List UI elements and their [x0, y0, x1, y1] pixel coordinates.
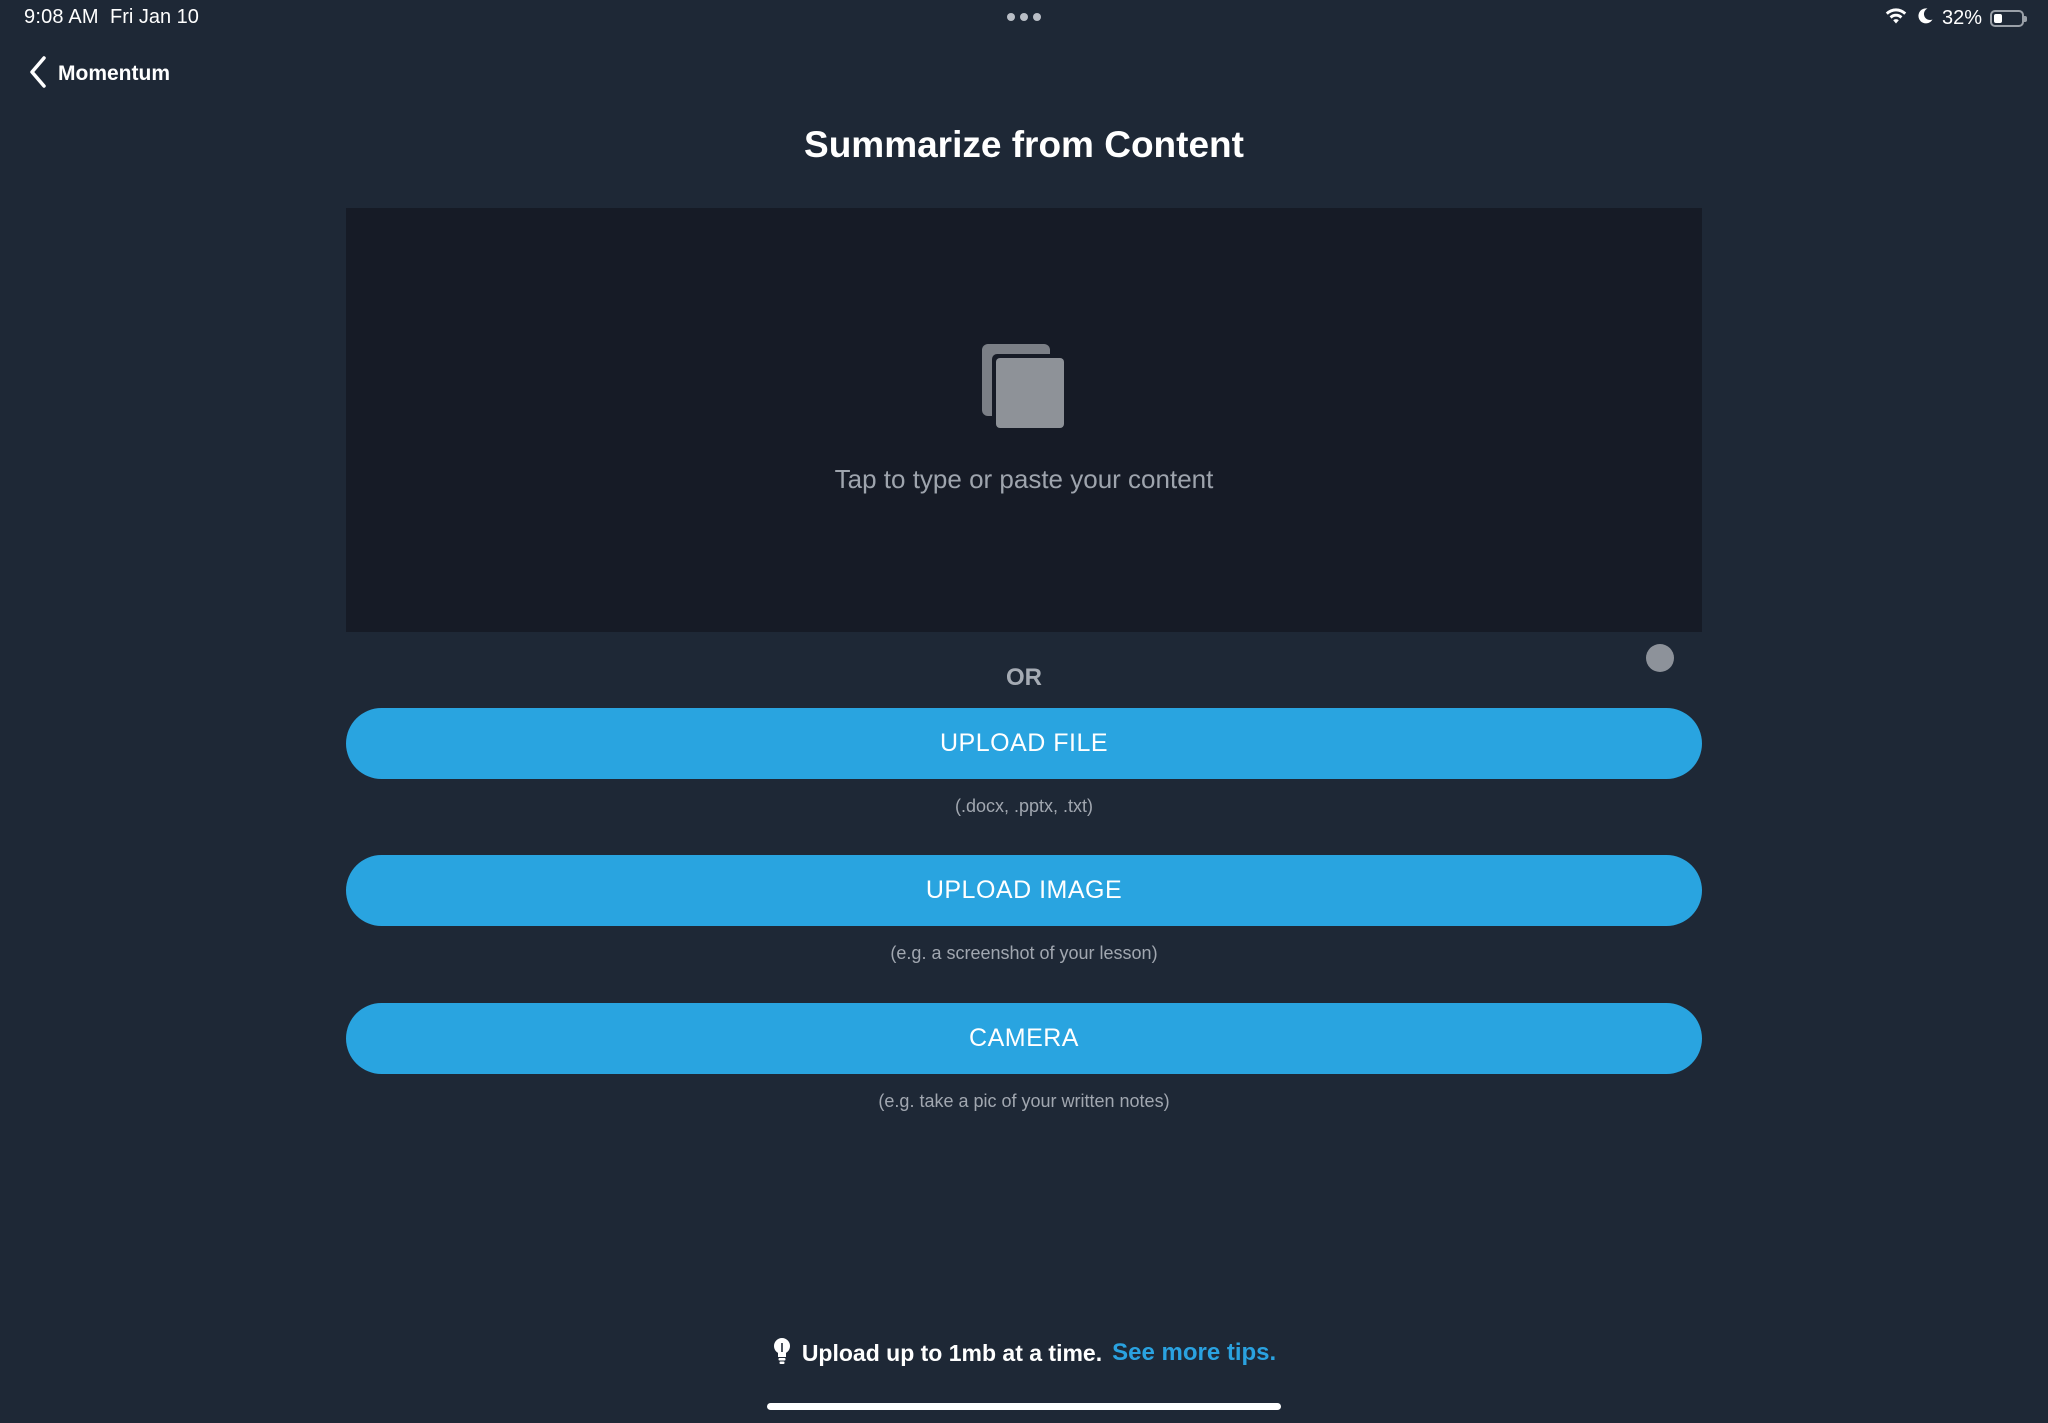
back-button-label: Momentum	[58, 62, 170, 85]
chevron-left-icon	[28, 55, 48, 94]
see-more-tips-link[interactable]: See more tips.	[1112, 1339, 1276, 1367]
tip-text: Upload up to 1mb at a time.	[801, 1339, 1103, 1366]
moon-icon	[1916, 7, 1934, 30]
battery-icon	[1990, 9, 2027, 27]
battery-percent: 32%	[1941, 6, 1982, 29]
camera-button[interactable]: CAMERA	[346, 1003, 1702, 1074]
paste-icon	[980, 342, 1068, 430]
camera-hint: (e.g. take a pic of your written notes)	[878, 1091, 1170, 1111]
home-indicator[interactable]	[767, 1403, 1281, 1410]
status-date: Fri Jan 10	[110, 6, 199, 28]
page-title: Summarize from Content	[804, 124, 1244, 165]
status-bar: 9:08 AM Fri Jan 10 32%	[0, 0, 2048, 36]
content-placeholder: Tap to type or paste your content	[834, 464, 1214, 494]
status-indicators: 32%	[1884, 5, 2027, 31]
status-time: 9:08 AM	[24, 6, 99, 28]
upload-file-button[interactable]: UPLOAD FILE	[346, 708, 1702, 779]
wifi-icon	[1884, 7, 1908, 30]
upload-tip: Upload up to 1mb at a time. See more tip…	[0, 1336, 2048, 1370]
multitasking-menu-icon[interactable]	[1007, 13, 1041, 23]
back-button[interactable]: Momentum	[28, 55, 170, 94]
upload-file-hint: (.docx, .pptx, .txt)	[954, 796, 1094, 816]
or-divider-label: OR	[1006, 664, 1042, 691]
upload-image-hint: (e.g. a screenshot of your lesson)	[890, 943, 1158, 963]
content-input-area[interactable]: Tap to type or paste your content	[346, 208, 1702, 632]
upload-image-button[interactable]: UPLOAD IMAGE	[346, 855, 1702, 926]
lightbulb-icon	[772, 1337, 792, 1370]
